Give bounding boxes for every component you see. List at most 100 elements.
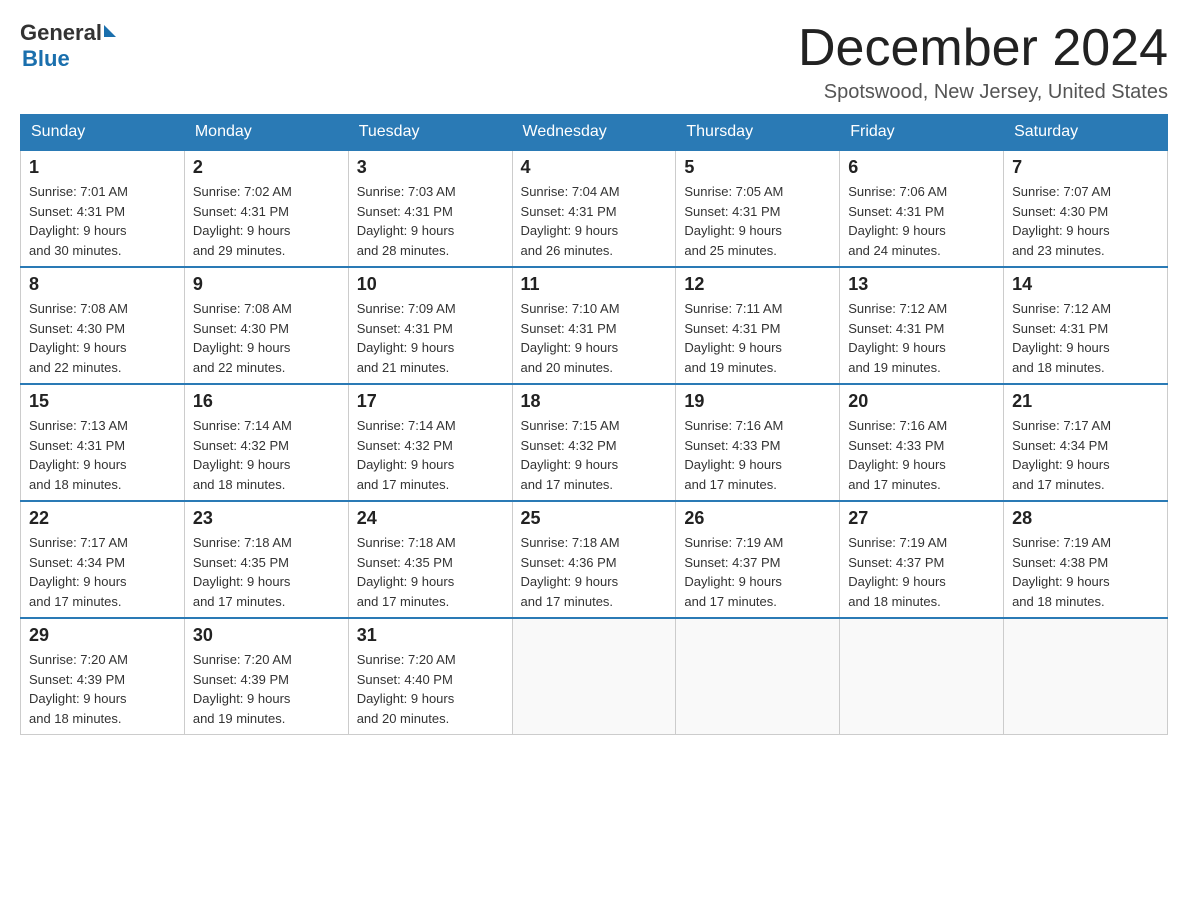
day-number: 29 <box>29 625 176 646</box>
day-info: Sunrise: 7:17 AMSunset: 4:34 PMDaylight:… <box>1012 416 1159 494</box>
day-number: 31 <box>357 625 504 646</box>
day-info: Sunrise: 7:08 AMSunset: 4:30 PMDaylight:… <box>193 299 340 377</box>
day-info: Sunrise: 7:12 AMSunset: 4:31 PMDaylight:… <box>848 299 995 377</box>
day-info: Sunrise: 7:18 AMSunset: 4:35 PMDaylight:… <box>357 533 504 611</box>
day-info: Sunrise: 7:12 AMSunset: 4:31 PMDaylight:… <box>1012 299 1159 377</box>
month-title: December 2024 <box>798 20 1168 77</box>
week-row-5: 29 Sunrise: 7:20 AMSunset: 4:39 PMDayligh… <box>21 618 1168 735</box>
day-number: 24 <box>357 508 504 529</box>
day-info: Sunrise: 7:14 AMSunset: 4:32 PMDaylight:… <box>357 416 504 494</box>
calendar-cell: 19Sunrise: 7:16 AMSunset: 4:33 PMDayligh… <box>676 384 840 501</box>
day-info: Sunrise: 7:01 AMSunset: 4:31 PMDaylight:… <box>29 182 176 260</box>
day-info: Sunrise: 7:19 AMSunset: 4:37 PMDaylight:… <box>684 533 831 611</box>
day-number: 30 <box>193 625 340 646</box>
weekday-header-monday: Monday <box>184 115 348 151</box>
day-number: 20 <box>848 391 995 412</box>
weekday-header-wednesday: Wednesday <box>512 115 676 151</box>
day-info: Sunrise: 7:14 AMSunset: 4:32 PMDaylight:… <box>193 416 340 494</box>
day-info: Sunrise: 7:05 AMSunset: 4:31 PMDaylight:… <box>684 182 831 260</box>
day-number: 6 <box>848 157 995 178</box>
day-info: Sunrise: 7:08 AMSunset: 4:30 PMDaylight:… <box>29 299 176 377</box>
day-number: 16 <box>193 391 340 412</box>
day-info: Sunrise: 7:17 AMSunset: 4:34 PMDaylight:… <box>29 533 176 611</box>
calendar-cell: 18 Sunrise: 7:15 AMSunset: 4:32 PMDayligh… <box>512 384 676 501</box>
calendar-cell: 15Sunrise: 7:13 AMSunset: 4:31 PMDayligh… <box>21 384 185 501</box>
day-number: 7 <box>1012 157 1159 178</box>
day-number: 21 <box>1012 391 1159 412</box>
calendar-cell: 30 Sunrise: 7:20 AMSunset: 4:39 PMDayligh… <box>184 618 348 735</box>
day-number: 23 <box>193 508 340 529</box>
day-number: 11 <box>521 274 668 295</box>
calendar-cell: 16 Sunrise: 7:14 AMSunset: 4:32 PMDayligh… <box>184 384 348 501</box>
calendar-cell: 17 Sunrise: 7:14 AMSunset: 4:32 PMDayligh… <box>348 384 512 501</box>
day-number: 18 <box>521 391 668 412</box>
calendar-cell: 3 Sunrise: 7:03 AMSunset: 4:31 PMDaylight… <box>348 150 512 267</box>
day-info: Sunrise: 7:09 AMSunset: 4:31 PMDaylight:… <box>357 299 504 377</box>
calendar-cell <box>1004 618 1168 735</box>
calendar-cell: 14Sunrise: 7:12 AMSunset: 4:31 PMDayligh… <box>1004 267 1168 384</box>
weekday-header-friday: Friday <box>840 115 1004 151</box>
day-info: Sunrise: 7:03 AMSunset: 4:31 PMDaylight:… <box>357 182 504 260</box>
weekday-header-sunday: Sunday <box>21 115 185 151</box>
day-info: Sunrise: 7:11 AMSunset: 4:31 PMDaylight:… <box>684 299 831 377</box>
day-info: Sunrise: 7:02 AMSunset: 4:31 PMDaylight:… <box>193 182 340 260</box>
week-row-1: 1 Sunrise: 7:01 AMSunset: 4:31 PMDaylight… <box>21 150 1168 267</box>
day-number: 1 <box>29 157 176 178</box>
day-number: 19 <box>684 391 831 412</box>
day-info: Sunrise: 7:10 AMSunset: 4:31 PMDaylight:… <box>521 299 668 377</box>
calendar-cell: 20 Sunrise: 7:16 AMSunset: 4:33 PMDayligh… <box>840 384 1004 501</box>
day-info: Sunrise: 7:20 AMSunset: 4:39 PMDaylight:… <box>193 650 340 728</box>
calendar-cell: 2 Sunrise: 7:02 AMSunset: 4:31 PMDaylight… <box>184 150 348 267</box>
day-info: Sunrise: 7:15 AMSunset: 4:32 PMDaylight:… <box>521 416 668 494</box>
calendar-cell: 23 Sunrise: 7:18 AMSunset: 4:35 PMDayligh… <box>184 501 348 618</box>
day-info: Sunrise: 7:19 AMSunset: 4:37 PMDaylight:… <box>848 533 995 611</box>
week-row-2: 8 Sunrise: 7:08 AMSunset: 4:30 PMDaylight… <box>21 267 1168 384</box>
day-number: 12 <box>684 274 831 295</box>
day-number: 3 <box>357 157 504 178</box>
weekday-header-saturday: Saturday <box>1004 115 1168 151</box>
logo: General Blue <box>20 20 116 72</box>
calendar-cell: 10 Sunrise: 7:09 AMSunset: 4:31 PMDayligh… <box>348 267 512 384</box>
day-number: 15 <box>29 391 176 412</box>
day-number: 28 <box>1012 508 1159 529</box>
day-info: Sunrise: 7:18 AMSunset: 4:35 PMDaylight:… <box>193 533 340 611</box>
day-number: 17 <box>357 391 504 412</box>
day-number: 26 <box>684 508 831 529</box>
calendar-cell <box>840 618 1004 735</box>
day-number: 10 <box>357 274 504 295</box>
day-number: 25 <box>521 508 668 529</box>
title-section: December 2024 Spotswood, New Jersey, Uni… <box>798 20 1168 104</box>
day-number: 2 <box>193 157 340 178</box>
calendar-cell: 31Sunrise: 7:20 AMSunset: 4:40 PMDayligh… <box>348 618 512 735</box>
calendar-cell: 9 Sunrise: 7:08 AMSunset: 4:30 PMDaylight… <box>184 267 348 384</box>
calendar-cell: 25Sunrise: 7:18 AMSunset: 4:36 PMDayligh… <box>512 501 676 618</box>
calendar-cell: 12 Sunrise: 7:11 AMSunset: 4:31 PMDayligh… <box>676 267 840 384</box>
calendar-cell: 29 Sunrise: 7:20 AMSunset: 4:39 PMDayligh… <box>21 618 185 735</box>
weekday-header-row: SundayMondayTuesdayWednesdayThursdayFrid… <box>21 115 1168 151</box>
calendar-table: SundayMondayTuesdayWednesdayThursdayFrid… <box>20 114 1168 735</box>
day-number: 5 <box>684 157 831 178</box>
day-info: Sunrise: 7:07 AMSunset: 4:30 PMDaylight:… <box>1012 182 1159 260</box>
page-header: General Blue December 2024 Spotswood, Ne… <box>20 20 1168 104</box>
day-info: Sunrise: 7:20 AMSunset: 4:39 PMDaylight:… <box>29 650 176 728</box>
calendar-cell <box>512 618 676 735</box>
calendar-cell: 22Sunrise: 7:17 AMSunset: 4:34 PMDayligh… <box>21 501 185 618</box>
day-number: 27 <box>848 508 995 529</box>
logo-general-text: General <box>20 20 102 46</box>
day-info: Sunrise: 7:16 AMSunset: 4:33 PMDaylight:… <box>848 416 995 494</box>
calendar-cell: 11 Sunrise: 7:10 AMSunset: 4:31 PMDayligh… <box>512 267 676 384</box>
calendar-cell: 7 Sunrise: 7:07 AMSunset: 4:30 PMDaylight… <box>1004 150 1168 267</box>
calendar-cell: 26 Sunrise: 7:19 AMSunset: 4:37 PMDayligh… <box>676 501 840 618</box>
calendar-cell <box>676 618 840 735</box>
calendar-cell: 21 Sunrise: 7:17 AMSunset: 4:34 PMDayligh… <box>1004 384 1168 501</box>
calendar-cell: 24 Sunrise: 7:18 AMSunset: 4:35 PMDayligh… <box>348 501 512 618</box>
week-row-3: 15Sunrise: 7:13 AMSunset: 4:31 PMDayligh… <box>21 384 1168 501</box>
day-number: 9 <box>193 274 340 295</box>
calendar-cell: 13Sunrise: 7:12 AMSunset: 4:31 PMDayligh… <box>840 267 1004 384</box>
logo-blue-text: Blue <box>20 46 70 72</box>
day-info: Sunrise: 7:19 AMSunset: 4:38 PMDaylight:… <box>1012 533 1159 611</box>
logo-triangle-icon <box>104 25 116 37</box>
weekday-header-thursday: Thursday <box>676 115 840 151</box>
day-number: 8 <box>29 274 176 295</box>
calendar-cell: 6Sunrise: 7:06 AMSunset: 4:31 PMDaylight… <box>840 150 1004 267</box>
